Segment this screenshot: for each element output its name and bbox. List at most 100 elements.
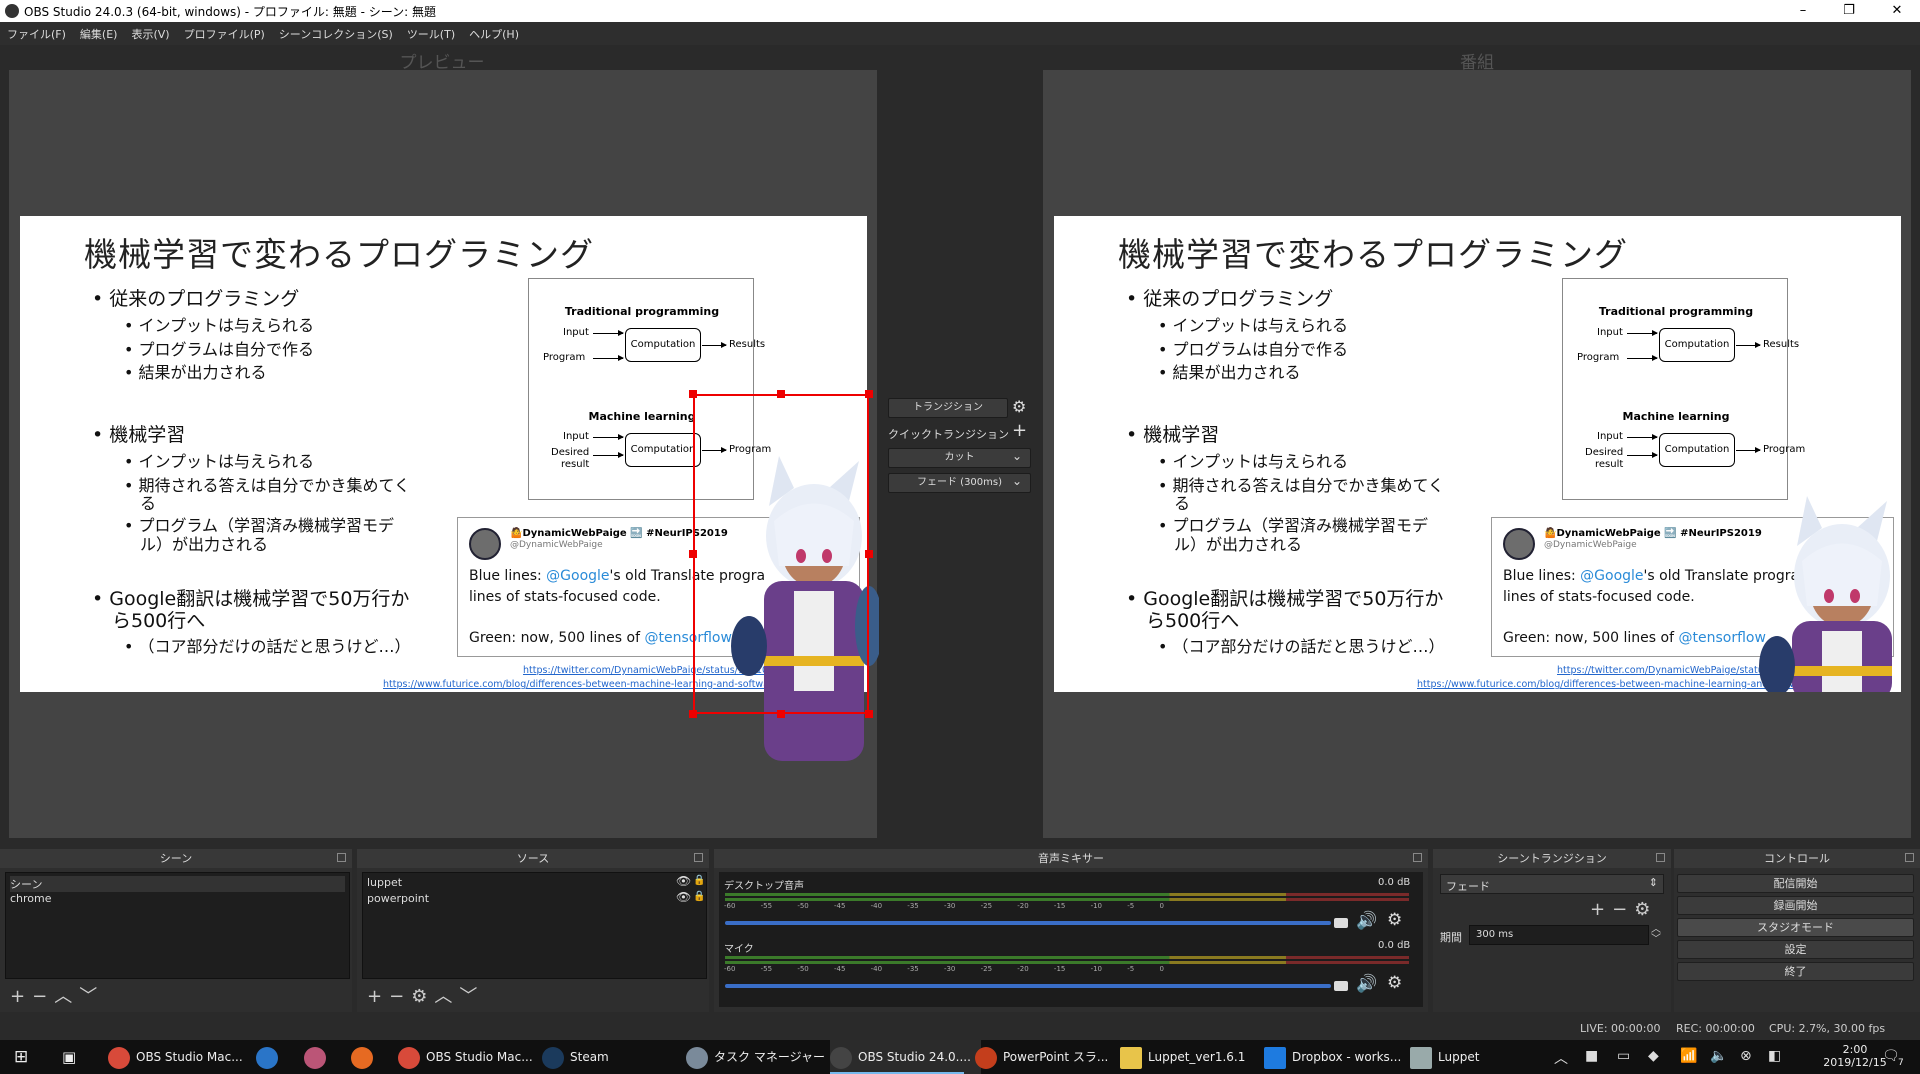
menu-help[interactable]: ヘルプ(H)	[462, 22, 526, 42]
chevron-up-icon[interactable]: ︿	[434, 986, 459, 1007]
taskbar-item[interactable]: OBS Studio Mac...	[108, 1040, 243, 1074]
taskbar-item[interactable]: Dropbox - works...	[1264, 1040, 1401, 1074]
sources-list[interactable]: luppet powerpoint 👁 🔒 👁 🔒	[362, 872, 707, 979]
menu-view[interactable]: 表示(V)	[124, 22, 176, 42]
lock-icon[interactable]: 🔒	[693, 875, 705, 886]
tray-app-icon[interactable]: ◆	[1648, 1048, 1659, 1064]
slider-handle[interactable]	[1334, 918, 1348, 928]
taskbar-item[interactable]: OBS Studio Mac...	[398, 1040, 533, 1074]
dock-float-icon[interactable]	[337, 853, 346, 862]
transition-select[interactable]: フェード ⇕	[1440, 874, 1664, 894]
spinner-icon[interactable]: ︿ ﹀	[1651, 925, 1661, 945]
speaker-icon[interactable]: 🔊	[1356, 911, 1377, 931]
start-streaming-button[interactable]: 配信開始	[1677, 874, 1914, 893]
eye-icon[interactable]: 👁	[676, 874, 691, 888]
add-icon[interactable]: +	[1590, 899, 1612, 920]
dock-float-icon[interactable]	[1905, 853, 1914, 862]
taskbar-item[interactable]: タスク マネージャー	[686, 1040, 825, 1074]
menu-tools[interactable]: ツール(T)	[400, 22, 462, 42]
taskbar-item-active[interactable]: OBS Studio 24.0....	[830, 1040, 981, 1074]
add-icon[interactable]: +	[10, 986, 32, 1007]
menu-edit[interactable]: 編集(E)	[73, 22, 125, 42]
menu-scene-collection[interactable]: シーンコレクション(S)	[272, 22, 400, 42]
scene-item[interactable]: シーン	[10, 876, 345, 892]
volume-meter	[725, 956, 1409, 959]
settings-button[interactable]: 設定	[1677, 940, 1914, 959]
preview-canvas[interactable]: 機械学習で変わるプログラミング • 従来のプログラミング • インプットは与えら…	[9, 70, 879, 838]
network-icon[interactable]: 📶	[1680, 1048, 1697, 1064]
volume-icon[interactable]: 🔈	[1710, 1048, 1727, 1064]
tray-app-icon[interactable]: ■	[1585, 1048, 1598, 1064]
taskbar-item[interactable]: Luppet_ver1.6.1	[1120, 1040, 1245, 1074]
scene-item[interactable]: chrome	[10, 892, 52, 905]
tray-app-icon[interactable]: ⊗	[1740, 1048, 1752, 1064]
dock-float-icon[interactable]	[1656, 853, 1665, 862]
gear-icon[interactable]: ⚙	[1387, 910, 1402, 930]
source-item[interactable]: powerpoint	[367, 892, 429, 905]
gear-icon[interactable]: ⚙	[1387, 973, 1402, 993]
transition-gear-icon[interactable]: ⚙	[1012, 397, 1026, 416]
task-view-icon[interactable]: ▣	[62, 1040, 76, 1074]
taskbar-item[interactable]: Steam	[542, 1040, 609, 1074]
windows-start-icon[interactable]: ⊞	[14, 1040, 28, 1074]
close-button[interactable]: ✕	[1874, 0, 1920, 22]
resize-handle[interactable]	[777, 390, 785, 398]
duration-input[interactable]: 300 ms	[1469, 925, 1649, 945]
fade-button[interactable]: フェード (300ms)	[888, 473, 1031, 493]
exit-button[interactable]: 終了	[1677, 962, 1914, 981]
traditional-heading: Traditional programming	[1598, 305, 1754, 318]
resize-handle[interactable]	[865, 390, 873, 398]
resize-handle[interactable]	[865, 550, 873, 558]
chevron-up-icon[interactable]: ︿	[54, 986, 79, 1007]
speaker-icon[interactable]: 🔊	[1356, 974, 1377, 994]
arrow-icon	[593, 355, 624, 361]
source-item[interactable]: luppet	[367, 876, 402, 889]
gear-icon[interactable]: ⚙	[411, 986, 434, 1007]
resize-handle[interactable]	[865, 710, 873, 718]
chevron-down-icon[interactable]: ﹀	[79, 986, 104, 1007]
tray-app-icon[interactable]: ◧	[1768, 1048, 1781, 1064]
studio-mode-button[interactable]: スタジオモード	[1677, 918, 1914, 937]
chevron-down-icon[interactable]: ﹀	[459, 986, 484, 1007]
dock-float-icon[interactable]	[1413, 853, 1422, 862]
start-recording-button[interactable]: 録画開始	[1677, 896, 1914, 915]
resize-handle[interactable]	[689, 550, 697, 558]
resize-handle[interactable]	[689, 390, 697, 398]
mixer-header: 音声ミキサー	[714, 849, 1428, 868]
remove-icon[interactable]: −	[389, 986, 411, 1007]
chevron-down-icon[interactable]: ⌄	[1012, 449, 1022, 463]
menu-profile[interactable]: プロファイル(P)	[177, 22, 272, 42]
remove-icon[interactable]: −	[32, 986, 54, 1007]
add-icon[interactable]: +	[367, 986, 389, 1007]
volume-slider[interactable]	[725, 921, 1331, 925]
photos-icon[interactable]	[256, 1040, 284, 1074]
sub-bullet-cont: る	[1174, 494, 1191, 513]
cut-button[interactable]: カット	[888, 448, 1031, 468]
selection-box[interactable]	[693, 394, 869, 714]
transition-button[interactable]: トランジション	[888, 398, 1008, 418]
volume-slider[interactable]	[725, 984, 1331, 988]
add-quick-transition-icon[interactable]: +	[1012, 420, 1027, 441]
taskbar-item[interactable]: Luppet	[1410, 1040, 1479, 1074]
menu-file[interactable]: ファイル(F)	[0, 22, 73, 42]
maximize-button[interactable]: ❐	[1826, 0, 1872, 22]
resize-handle[interactable]	[777, 710, 785, 718]
remove-icon[interactable]: −	[1612, 899, 1634, 920]
scenes-list[interactable]: シーン chrome	[5, 872, 350, 979]
eye-icon[interactable]: 👁	[676, 890, 691, 904]
clock[interactable]: 2:00 2019/12/15	[1820, 1043, 1890, 1069]
taskbar-item[interactable]: PowerPoint スラ...	[975, 1040, 1108, 1074]
dock-float-icon[interactable]	[694, 853, 703, 862]
chevron-down-icon[interactable]: ⌄	[1012, 474, 1022, 488]
lock-icon[interactable]: 🔒	[693, 891, 705, 902]
gear-icon[interactable]: ⚙	[1634, 899, 1657, 920]
minimize-button[interactable]: –	[1780, 0, 1826, 22]
slider-handle[interactable]	[1334, 981, 1348, 991]
arrow-icon	[1627, 434, 1658, 440]
tray-chevron-icon[interactable]: ︿	[1554, 1048, 1568, 1068]
firefox-icon[interactable]	[351, 1040, 379, 1074]
tweet-line: lines of stats-focused code.	[469, 589, 661, 605]
snip-icon[interactable]	[304, 1040, 332, 1074]
resize-handle[interactable]	[689, 710, 697, 718]
battery-icon[interactable]: ▭	[1617, 1048, 1630, 1064]
